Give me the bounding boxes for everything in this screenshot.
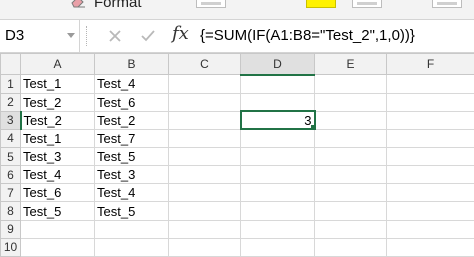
row-header-8[interactable]: 8 bbox=[0, 201, 21, 221]
column-header-a[interactable]: A bbox=[20, 52, 95, 76]
cell-d2[interactable] bbox=[240, 92, 315, 112]
cell-a1[interactable]: Test_1 bbox=[20, 74, 95, 94]
cell-b7[interactable]: Test_4 bbox=[94, 183, 169, 203]
ribbon-tile[interactable] bbox=[432, 0, 462, 8]
cell-d9[interactable] bbox=[240, 219, 315, 239]
cell-a2[interactable]: Test_2 bbox=[20, 92, 95, 112]
fill-handle[interactable] bbox=[309, 124, 313, 128]
ribbon-tile[interactable] bbox=[352, 0, 382, 8]
cell-e9[interactable] bbox=[314, 219, 387, 239]
cell-d3-selected[interactable]: 3 bbox=[239, 110, 316, 131]
format-button[interactable]: Format bbox=[94, 0, 142, 11]
cell-e5[interactable] bbox=[314, 146, 387, 167]
row-header-5[interactable]: 5 bbox=[0, 146, 21, 167]
fill-color-swatch[interactable] bbox=[306, 0, 336, 8]
x-icon[interactable] bbox=[106, 27, 124, 45]
cell-e4[interactable] bbox=[314, 128, 387, 148]
cell-c4[interactable] bbox=[168, 128, 241, 148]
cell-a8[interactable]: Test_5 bbox=[20, 201, 95, 221]
cell-e6[interactable] bbox=[314, 165, 387, 185]
cell-f3[interactable] bbox=[386, 110, 474, 130]
cell-b8[interactable]: Test_5 bbox=[94, 201, 169, 221]
cell-f9[interactable] bbox=[386, 219, 474, 239]
cell-c6[interactable] bbox=[168, 165, 241, 185]
cell-b10[interactable] bbox=[94, 237, 169, 257]
cell-e2[interactable] bbox=[314, 92, 387, 112]
cell-a5[interactable]: Test_3 bbox=[20, 146, 95, 167]
cell-b1[interactable]: Test_4 bbox=[94, 74, 169, 94]
row-header-3[interactable]: 3 bbox=[0, 110, 22, 130]
cell-a4[interactable]: Test_1 bbox=[20, 128, 95, 148]
cell-c2[interactable] bbox=[168, 92, 241, 112]
ribbon: Format bbox=[0, 0, 474, 19]
cell-a7[interactable]: Test_6 bbox=[20, 183, 95, 203]
spreadsheet-grid: A B C D E F 1 Test_1 Test_4 2 Test_2 Tes… bbox=[0, 52, 474, 257]
cell-a6[interactable]: Test_4 bbox=[20, 165, 95, 185]
row-header-6[interactable]: 6 bbox=[0, 165, 21, 185]
cell-c8[interactable] bbox=[168, 201, 241, 221]
cell-c7[interactable] bbox=[168, 183, 241, 203]
formula-bar: D3 fx {=SUM(IF(A1:B8="Test_2",1,0))} bbox=[0, 19, 474, 53]
cell-c10[interactable] bbox=[168, 237, 241, 257]
cell-f1[interactable] bbox=[386, 74, 474, 94]
cell-e8[interactable] bbox=[314, 201, 387, 221]
cell-f4[interactable] bbox=[386, 128, 474, 148]
cell-d6[interactable] bbox=[240, 165, 315, 185]
cell-f8[interactable] bbox=[386, 201, 474, 221]
column-header-c[interactable]: C bbox=[168, 52, 241, 76]
cell-c5[interactable] bbox=[168, 146, 241, 167]
row-header-4[interactable]: 4 bbox=[0, 128, 21, 148]
cell-d7[interactable] bbox=[240, 183, 315, 203]
cell-f7[interactable] bbox=[386, 183, 474, 203]
cell-d8[interactable] bbox=[240, 201, 315, 221]
cell-b2[interactable]: Test_6 bbox=[94, 92, 169, 112]
column-header-e[interactable]: E bbox=[314, 52, 387, 76]
cell-d10[interactable] bbox=[240, 237, 315, 257]
formula-input[interactable]: {=SUM(IF(A1:B8="Test_2",1,0))} bbox=[200, 20, 415, 52]
row-header-9[interactable]: 9 bbox=[0, 219, 21, 239]
cell-c9[interactable] bbox=[168, 219, 241, 239]
separator bbox=[86, 26, 88, 46]
cell-b3[interactable]: Test_2 bbox=[94, 110, 169, 130]
cell-a3[interactable]: Test_2 bbox=[20, 110, 95, 130]
column-header-d[interactable]: D bbox=[240, 52, 315, 76]
row-header-2[interactable]: 2 bbox=[0, 92, 21, 112]
name-box[interactable]: D3 bbox=[0, 20, 80, 52]
cell-e10[interactable] bbox=[314, 237, 387, 257]
cell-d5[interactable] bbox=[240, 146, 315, 167]
cell-a9[interactable] bbox=[20, 219, 95, 239]
cell-e3[interactable] bbox=[314, 110, 387, 130]
cell-e1[interactable] bbox=[314, 74, 387, 94]
cell-f2[interactable] bbox=[386, 92, 474, 112]
ribbon-tile[interactable] bbox=[196, 0, 226, 8]
cell-e7[interactable] bbox=[314, 183, 387, 203]
cell-f5[interactable] bbox=[386, 146, 474, 167]
cell-c1[interactable] bbox=[168, 74, 241, 94]
cell-d1[interactable] bbox=[240, 74, 315, 94]
row-header-10[interactable]: 10 bbox=[0, 237, 21, 257]
cell-c3[interactable] bbox=[168, 110, 241, 130]
cell-f10[interactable] bbox=[386, 237, 474, 257]
name-box-value: D3 bbox=[5, 27, 25, 44]
row-header-7[interactable]: 7 bbox=[0, 183, 21, 203]
insert-function-button[interactable]: fx bbox=[172, 23, 189, 44]
cell-b5[interactable]: Test_5 bbox=[94, 146, 169, 167]
cell-f6[interactable] bbox=[386, 165, 474, 185]
cell-b4[interactable]: Test_7 bbox=[94, 128, 169, 148]
chevron-down-icon[interactable] bbox=[67, 33, 75, 38]
row-header-1[interactable]: 1 bbox=[0, 74, 21, 94]
eraser-icon[interactable] bbox=[70, 0, 86, 8]
check-icon[interactable] bbox=[139, 27, 157, 45]
cell-b6[interactable]: Test_3 bbox=[94, 165, 169, 185]
cell-d4[interactable] bbox=[240, 128, 315, 148]
select-all-corner[interactable] bbox=[0, 52, 21, 76]
cell-b9[interactable] bbox=[94, 219, 169, 239]
column-header-f[interactable]: F bbox=[386, 52, 474, 76]
column-header-b[interactable]: B bbox=[94, 52, 169, 76]
cell-a10[interactable] bbox=[20, 237, 95, 257]
